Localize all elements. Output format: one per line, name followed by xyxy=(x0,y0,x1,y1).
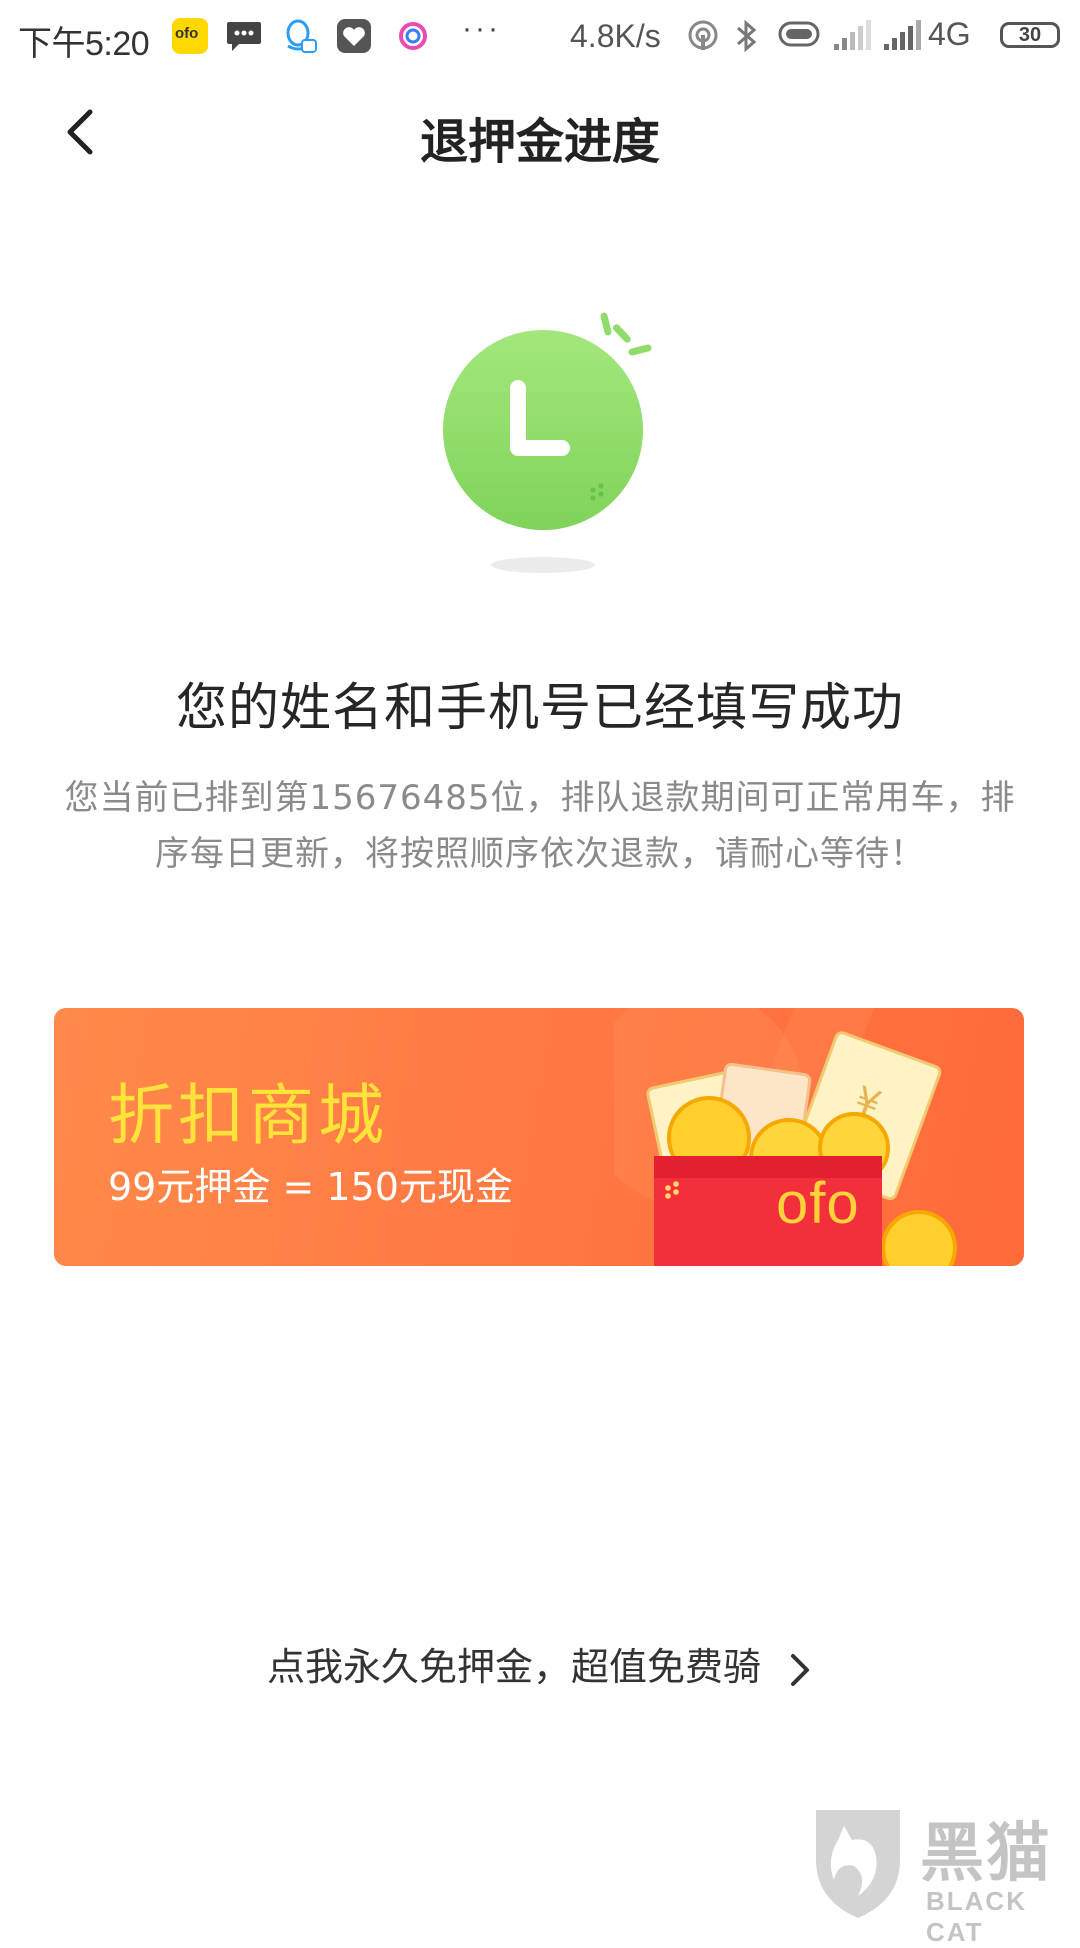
headline: 您的姓名和手机号已经填写成功 xyxy=(175,679,904,738)
network-speed: 4.8K/s xyxy=(570,18,661,54)
chevron-right-icon xyxy=(791,1653,810,1686)
banner-subtitle: 99元押金 = 150元现金 xyxy=(108,1165,513,1209)
queue-description: 您当前已排到第15676485位，排队退款期间可正常用车，排序每日更新，将按照顺… xyxy=(64,778,1016,874)
status-bar: 下午5:20 ··· 4.8K/s xyxy=(0,0,1080,76)
promo-label: 点我永久免押金，超值免费骑 xyxy=(266,1645,761,1689)
battery-icon: 30 xyxy=(1000,22,1060,48)
more-notifications: ··· xyxy=(462,12,501,45)
signal-icon xyxy=(834,20,871,50)
qq-icon xyxy=(286,19,317,53)
hotspot-icon xyxy=(688,20,718,50)
free-deposit-link[interactable]: 点我永久免押金，超值免费骑 xyxy=(0,1636,1080,1691)
nav-bar: 退押金进度 xyxy=(0,80,1080,180)
heart-app-icon xyxy=(337,19,371,53)
network-type: 4G xyxy=(928,16,971,52)
black-cat-logo-icon xyxy=(816,1810,900,1918)
page-title: 退押金进度 xyxy=(419,114,660,170)
color-app-icon xyxy=(399,22,427,50)
brand-logo: ofo xyxy=(776,1171,860,1236)
banner-title: 折扣商城 xyxy=(108,1077,388,1154)
ofo-app-icon xyxy=(172,18,208,54)
discount-mall-banner[interactable]: 折扣商城 99元押金 = 150元现金 ¥ ¥ ofo xyxy=(54,1008,1024,1266)
watermark: 黑猫 BLACK CAT xyxy=(808,1800,1080,1947)
status-time: 下午5:20 xyxy=(18,25,150,63)
message-icon xyxy=(227,22,261,51)
clock-icon xyxy=(443,312,652,573)
bluetooth-icon xyxy=(737,19,757,53)
signal-icon xyxy=(884,20,921,50)
vibrate-icon xyxy=(778,21,820,47)
watermark-name-cn: 黑猫 xyxy=(920,1817,1052,1891)
watermark-name-en: BLACK CAT xyxy=(926,1886,1027,1947)
